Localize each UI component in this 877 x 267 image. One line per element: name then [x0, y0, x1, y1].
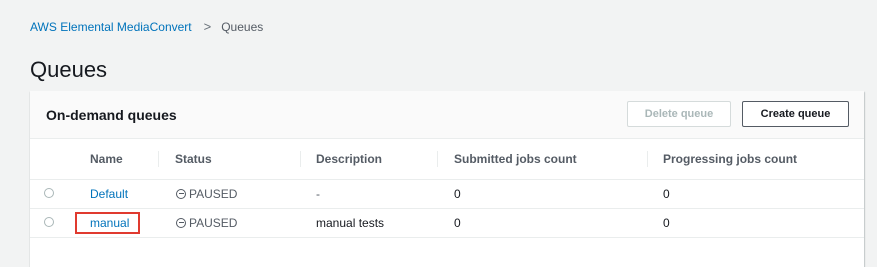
status-text: PAUSED	[189, 187, 238, 201]
delete-queue-button[interactable]: Delete queue	[627, 101, 731, 127]
submitted-count-cell: 0	[454, 216, 461, 230]
column-header-progressing[interactable]: Progressing jobs count	[647, 139, 797, 179]
breadcrumb-current: Queues	[221, 19, 264, 34]
queues-table: Name Status Description Submitted jobs c…	[30, 139, 864, 238]
column-header-submitted[interactable]: Submitted jobs count	[438, 139, 577, 179]
column-header-status[interactable]: Status	[159, 139, 212, 179]
page-title: Queues	[30, 57, 108, 82]
column-header-name[interactable]: Name	[74, 139, 123, 179]
pause-circle-icon	[176, 218, 186, 228]
table-row[interactable]: Default PAUSED - 0 0	[30, 180, 864, 209]
queue-name-link[interactable]: manual	[75, 212, 141, 234]
queue-name-link[interactable]: Default	[90, 180, 128, 208]
breadcrumb-link-mediaconvert[interactable]: AWS Elemental MediaConvert	[30, 20, 192, 34]
breadcrumb: AWS Elemental MediaConvert > Queues	[30, 19, 263, 34]
progressing-count-cell: 0	[663, 187, 670, 201]
submitted-count-cell: 0	[454, 187, 461, 201]
pause-circle-icon	[176, 189, 186, 199]
progressing-count-cell: 0	[663, 216, 670, 230]
table-row[interactable]: manual PAUSED manual tests 0 0	[30, 209, 864, 238]
panel-title: On-demand queues	[46, 107, 177, 123]
create-queue-button[interactable]: Create queue	[742, 101, 849, 127]
queues-panel: On-demand queues Delete queue Create que…	[30, 91, 864, 267]
panel-header: On-demand queues Delete queue Create que…	[30, 91, 864, 139]
row-select-radio[interactable]	[44, 217, 54, 227]
row-select-radio[interactable]	[44, 188, 54, 198]
description-cell: -	[316, 187, 320, 201]
queue-name-cell: manual	[75, 209, 141, 237]
description-cell: manual tests	[316, 216, 385, 230]
column-header-description[interactable]: Description	[300, 139, 382, 179]
status-text: PAUSED	[189, 216, 238, 230]
status-cell: PAUSED	[176, 209, 237, 237]
status-cell: PAUSED	[176, 180, 237, 208]
chevron-right-icon: >	[203, 19, 212, 34]
table-header: Name Status Description Submitted jobs c…	[30, 139, 864, 180]
